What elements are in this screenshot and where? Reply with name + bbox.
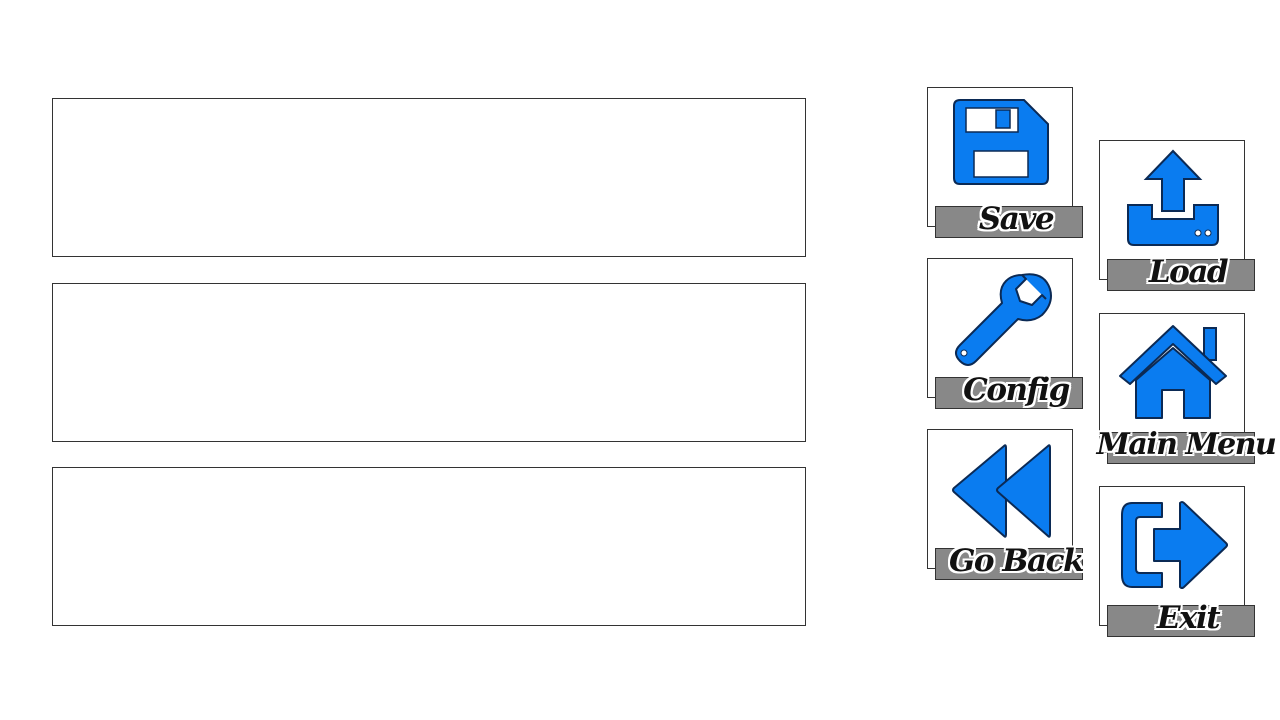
config-label: Config	[963, 372, 1070, 408]
upload-icon	[1118, 149, 1228, 249]
exit-button[interactable]: Exit	[1099, 486, 1255, 637]
rewind-icon	[946, 438, 1056, 538]
save-label: Save	[978, 201, 1055, 237]
config-button[interactable]: Config	[927, 258, 1083, 409]
home-icon	[1118, 322, 1228, 422]
wrench-icon	[946, 267, 1056, 367]
exit-icon	[1118, 495, 1228, 595]
main-menu-label: Main Menu	[1096, 427, 1277, 462]
save-button[interactable]: Save	[927, 87, 1083, 238]
main-menu-label-bar: Main Menu	[1097, 427, 1277, 464]
save-slot-2[interactable]	[52, 283, 806, 442]
exit-label: Exit	[1156, 600, 1221, 636]
config-label-bar: Config	[935, 372, 1083, 409]
floppy-disk-icon	[946, 96, 1056, 196]
save-slot-3[interactable]	[52, 467, 806, 626]
load-label: Load	[1148, 254, 1229, 290]
load-button[interactable]: Load	[1099, 140, 1255, 291]
main-menu-button[interactable]: Main Menu	[1097, 313, 1277, 464]
go-back-button[interactable]: Go Back	[927, 429, 1085, 580]
exit-label-bar: Exit	[1107, 600, 1255, 637]
save-slot-1[interactable]	[52, 98, 806, 257]
go-back-label-bar: Go Back	[935, 543, 1085, 580]
go-back-label: Go Back	[948, 543, 1085, 579]
save-label-bar: Save	[935, 201, 1083, 238]
load-label-bar: Load	[1107, 254, 1255, 291]
